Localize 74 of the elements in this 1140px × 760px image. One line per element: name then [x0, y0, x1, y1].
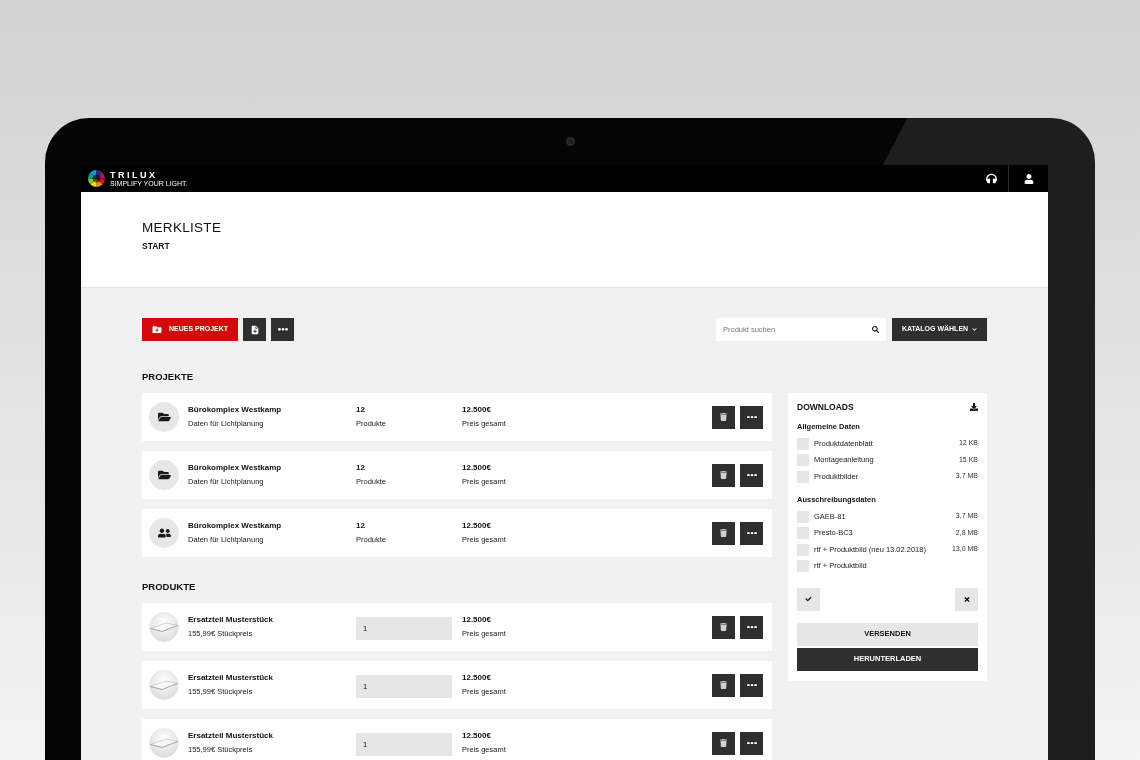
trash-icon [720, 413, 727, 421]
product-name: Ersatzteil Musterstück [188, 614, 273, 626]
trash-icon [720, 739, 727, 747]
file-plus-icon [249, 324, 260, 335]
more-button[interactable] [740, 673, 763, 697]
camera-icon [565, 137, 575, 146]
search-icon [872, 326, 879, 333]
total-price: 12.500€ [462, 672, 491, 684]
logo-icon [88, 170, 105, 187]
trash-icon [720, 623, 727, 631]
download-icon[interactable] [970, 403, 978, 411]
clear-button[interactable] [955, 587, 978, 611]
ellipsis-icon [746, 473, 757, 477]
delete-button[interactable] [712, 521, 735, 545]
checkbox[interactable] [797, 470, 809, 483]
checkbox[interactable] [797, 510, 809, 523]
ellipsis-icon [277, 328, 288, 331]
delete-button[interactable] [712, 673, 735, 697]
users-icon [149, 518, 179, 548]
more-button[interactable] [740, 615, 763, 639]
section-heading: PRODUKTE [142, 580, 196, 594]
total-price: 12.500€ [462, 614, 491, 626]
panel-lamp-icon [149, 728, 179, 758]
project-name: Bürokomplex Westkamp [188, 520, 282, 532]
trash-icon [720, 681, 727, 689]
more-button[interactable] [740, 463, 763, 487]
delete-button[interactable] [712, 405, 735, 429]
delete-button[interactable] [712, 615, 735, 639]
checkbox[interactable] [797, 437, 809, 450]
more-button[interactable] [271, 318, 294, 341]
logo-wordmark: TRILUX [110, 169, 158, 180]
trash-icon [720, 529, 727, 537]
breadcrumb: START [142, 241, 170, 252]
add-file-button[interactable] [243, 318, 266, 341]
product-count: 12 [356, 462, 365, 474]
close-icon [963, 595, 970, 603]
project-name: Bürokomplex Westkamp [188, 462, 282, 474]
folder-icon [149, 402, 179, 432]
total-price: 12.500€ [462, 520, 491, 532]
ellipsis-icon [746, 625, 757, 629]
folder-plus-icon [152, 325, 162, 334]
product-name: Ersatzteil Musterstück [188, 672, 273, 684]
trash-icon [720, 471, 727, 479]
checkbox[interactable] [797, 543, 809, 556]
checkbox[interactable] [797, 527, 809, 539]
more-button[interactable] [740, 521, 763, 545]
user-icon [1023, 173, 1034, 184]
folder-icon [149, 460, 179, 490]
checkbox[interactable] [797, 560, 809, 572]
product-name: Ersatzteil Musterstück [188, 730, 273, 742]
product-count: 12 [356, 520, 365, 532]
ellipsis-icon [746, 415, 757, 419]
panel-title: DOWNLOADS [797, 400, 854, 414]
total-price: 12.500€ [462, 462, 491, 474]
page-title: MERKLISTE [142, 220, 222, 236]
checkbox[interactable] [797, 454, 809, 466]
delete-button[interactable] [712, 463, 735, 487]
section-heading: PROJEKTE [142, 370, 194, 384]
chevron-down-icon [972, 327, 978, 332]
total-price: 12.500€ [462, 730, 491, 742]
more-button[interactable] [740, 405, 763, 429]
panel-lamp-icon [149, 670, 179, 700]
project-name: Bürokomplex Westkamp [188, 404, 282, 416]
ellipsis-icon [746, 683, 757, 687]
headset-icon [985, 173, 997, 184]
total-price: 12.500€ [462, 404, 491, 416]
ellipsis-icon [746, 741, 757, 745]
product-count: 12 [356, 404, 365, 416]
check-button[interactable] [797, 587, 820, 611]
more-button[interactable] [740, 731, 763, 755]
panel-lamp-icon [149, 612, 179, 642]
ellipsis-icon [746, 531, 757, 535]
check-icon [805, 596, 812, 602]
delete-button[interactable] [712, 731, 735, 755]
